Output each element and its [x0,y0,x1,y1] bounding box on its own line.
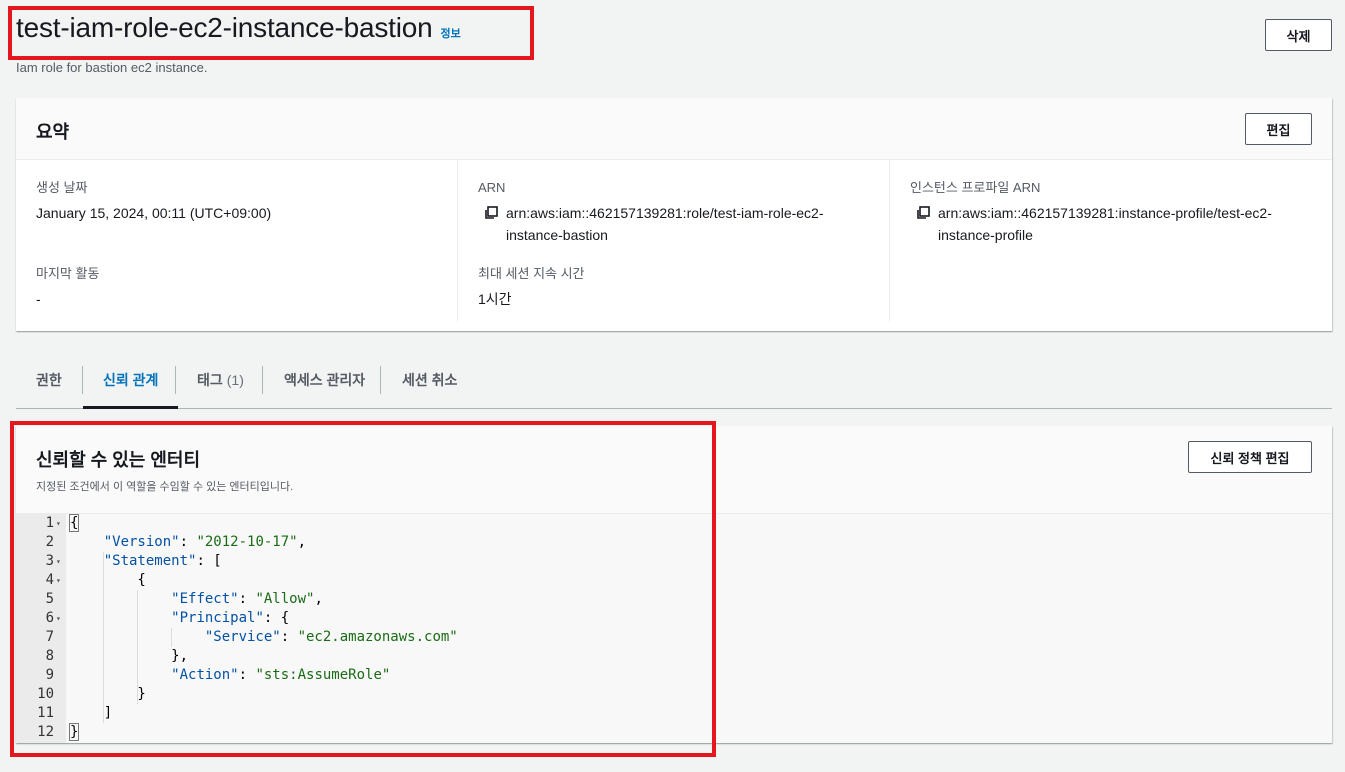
summary-column-dates: 생성 날짜 January 15, 2024, 00:11 (UTC+09:00… [16,160,448,321]
created-label: 생성 날짜 [36,180,88,195]
summary-column-instance-profile: 인스턴스 프로파일 ARN arn:aws:iam::462157139281:… [889,160,1332,321]
tab-label: 태그 [197,372,223,388]
arn-label: ARN [478,180,506,195]
summary-header: 요약 편집 [16,98,1332,160]
tab-label: 신뢰 관계 [103,372,159,388]
tab-tags[interactable]: 태그 (1) [197,352,244,408]
arn-value-line1: arn:aws:iam::462157139281:role/test-iam-… [506,205,824,221]
created-value: January 15, 2024, 00:11 (UTC+09:00) [36,205,272,221]
max-session-label: 최대 세션 지속 시간 [478,266,585,281]
edit-button[interactable]: 편집 [1245,113,1312,145]
instance-profile-value-line1: arn:aws:iam::462157139281:instance-profi… [938,205,1272,221]
copy-icon[interactable] [484,206,498,220]
summary-column-arn: ARN arn:aws:iam::462157139281:role/test-… [457,160,889,321]
instance-profile-copy-row[interactable]: arn:aws:iam::462157139281:instance-profi… [910,202,1312,246]
tab-count: (1) [226,372,244,388]
arn-value-line2: instance-bastion [506,227,608,243]
last-activity-label: 마지막 활동 [36,266,100,281]
edit-trust-policy-button[interactable]: 신뢰 정책 편집 [1188,441,1312,473]
tab-label: 세션 취소 [402,372,458,388]
tab-separator [380,366,381,394]
instance-profile-value-line2: instance-profile [938,227,1033,243]
tab-trust-relationships[interactable]: 신뢰 관계 [83,352,179,409]
tab-label: 권한 [36,372,62,388]
summary-panel: 요약 편집 생성 날짜 January 15, 2024, 00:11 (UTC… [16,98,1332,331]
editor-highlight-box [10,421,716,757]
arn-copy-row[interactable]: arn:aws:iam::462157139281:role/test-iam-… [478,202,869,246]
tab-separator [175,366,176,394]
last-activity-value: - [36,291,41,307]
tab-label: 액세스 관리자 [284,372,366,388]
page-description: Iam role for bastion ec2 instance. [16,60,208,75]
max-session-value: 1시간 [478,291,512,307]
tab-permissions[interactable]: 권한 [36,352,62,408]
tab-access-advisor[interactable]: 액세스 관리자 [284,352,365,408]
tab-bar: 권한 신뢰 관계 태그 (1) 액세스 관리자 세션 취소 [16,352,1332,409]
tab-separator [262,366,263,394]
arn-value: arn:aws:iam::462157139281:role/test-iam-… [506,202,824,246]
title-highlight-box [8,6,534,60]
delete-button[interactable]: 삭제 [1265,19,1332,51]
instance-profile-value: arn:aws:iam::462157139281:instance-profi… [938,202,1272,246]
copy-icon[interactable] [916,206,930,220]
tab-revoke-sessions[interactable]: 세션 취소 [402,352,457,408]
summary-title: 요약 [36,122,70,142]
instance-profile-label: 인스턴스 프로파일 ARN [910,180,1041,195]
